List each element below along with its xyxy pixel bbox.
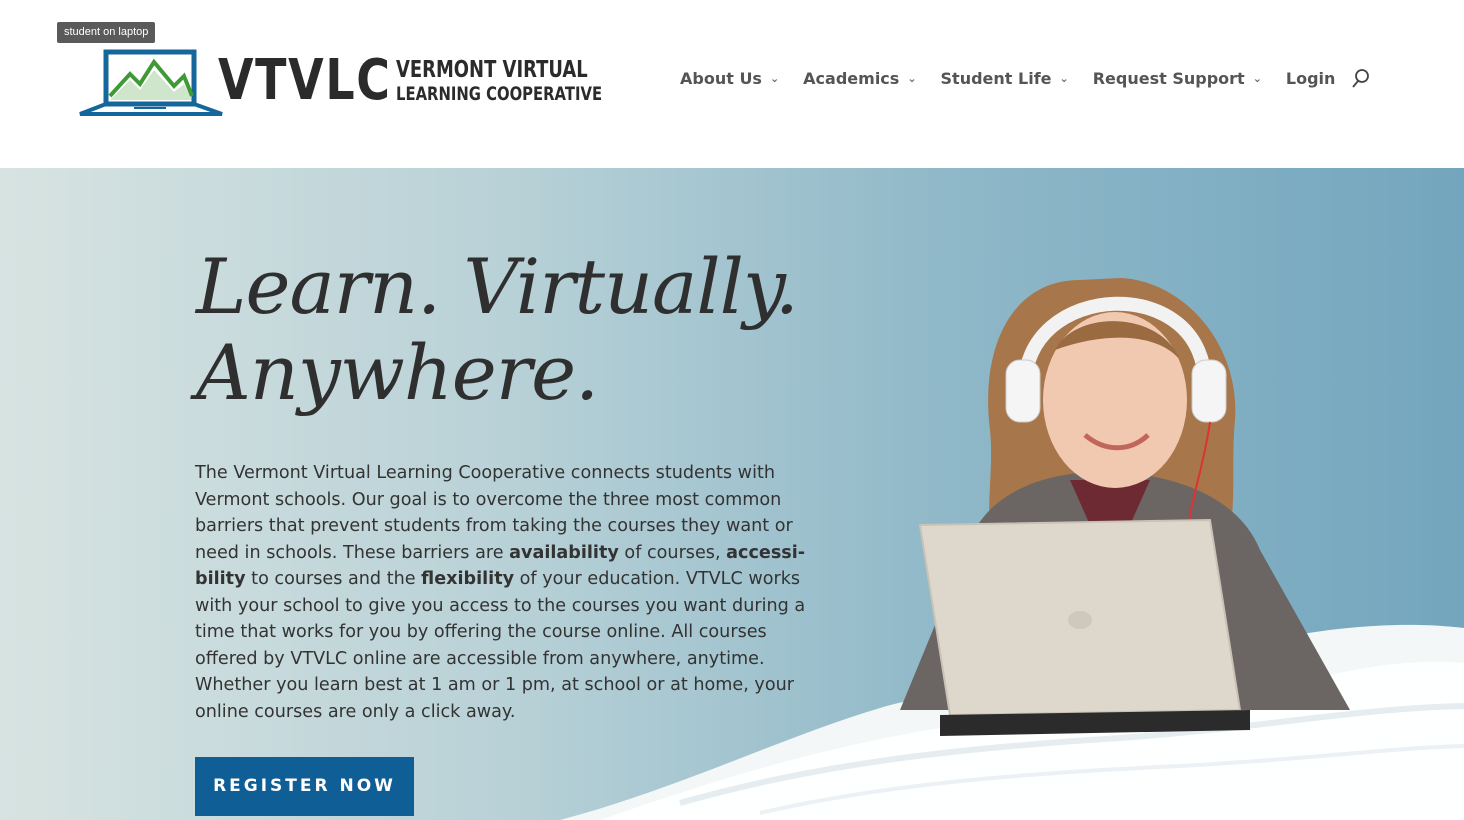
image-tooltip: student on laptop	[57, 22, 156, 43]
logo-abbreviation: VTVLC	[218, 48, 392, 113]
nav-label: About Us	[680, 68, 762, 88]
intro-part: of courses,	[618, 542, 727, 563]
nav-label: Request Support	[1092, 68, 1245, 88]
hero-section: Learn. Virtually. Anywhere. The Vermont …	[0, 168, 1464, 820]
nav-item-login[interactable]: Login	[1286, 69, 1336, 88]
intro-bold-flexibility: flexibility	[421, 569, 515, 589]
laptop-mountain-icon	[79, 49, 223, 116]
nav-label: Academics	[803, 68, 900, 88]
logo-name-line1: VERMONT VIRTUAL	[396, 57, 588, 83]
register-now-button[interactable]: REGISTER NOW	[195, 757, 414, 816]
intro-part: to courses and the	[245, 569, 422, 589]
nav-label: Login	[1285, 68, 1336, 88]
search-icon[interactable]	[1351, 68, 1371, 88]
hero-headline: Learn. Virtually. Anywhere.	[196, 244, 836, 416]
chevron-down-icon: ⌄	[1252, 71, 1262, 85]
student-on-laptop-image	[900, 278, 1350, 736]
logo-name-line2: LEARNING COOPERATIVE	[396, 83, 603, 105]
logo-full-name: VERMONT VIRTUAL LEARNING COOPERATIVE	[396, 57, 603, 106]
nav-item-request-support[interactable]: Request Support ⌄	[1093, 69, 1262, 88]
nav-label: Student Life	[940, 68, 1052, 88]
nav-item-about-us[interactable]: About Us ⌄	[680, 69, 779, 88]
nav-item-academics[interactable]: Academics ⌄	[803, 69, 916, 88]
nav-item-student-life[interactable]: Student Life ⌄	[941, 69, 1069, 88]
intro-part: of your education. VTVLC works with your…	[195, 569, 806, 722]
chevron-down-icon: ⌄	[1059, 71, 1069, 85]
headline-line1: Learn. Virtually.	[196, 242, 799, 331]
site-header: student on laptop VTVLC VERMONT VIRTUAL …	[0, 0, 1464, 168]
headline-line2: Anywhere.	[196, 328, 599, 417]
intro-bold-availability: availability	[509, 542, 619, 563]
site-logo[interactable]: VTVLC VERMONT VIRTUAL LEARNING COOPERATI…	[78, 46, 603, 118]
main-nav: About Us ⌄ Academics ⌄ Student Life ⌄ Re…	[680, 62, 1371, 94]
hero-intro-text: The Vermont Virtual Learning Cooperative…	[195, 460, 825, 725]
chevron-down-icon: ⌄	[769, 71, 780, 85]
chevron-down-icon: ⌄	[907, 71, 917, 85]
